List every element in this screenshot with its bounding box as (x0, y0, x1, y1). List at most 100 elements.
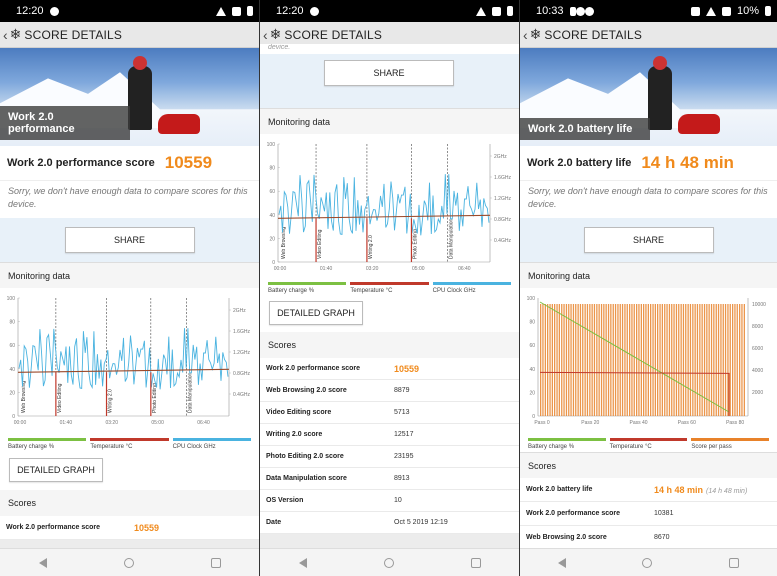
nav-back-icon[interactable] (558, 557, 567, 568)
score-per-pass-bar (734, 304, 736, 416)
score-per-pass-bar (544, 304, 546, 416)
nav-home-icon[interactable] (383, 557, 394, 568)
score-per-pass-bar (657, 304, 659, 416)
score-per-pass-bar (605, 304, 607, 416)
x-tick-label: Pass 80 (726, 420, 744, 426)
y2-tick-label: 10000 (752, 302, 766, 308)
score-per-pass-bar (631, 304, 633, 416)
detailed-graph-button[interactable]: DETAILED GRAPH (9, 458, 103, 482)
signal-icon (492, 6, 501, 16)
detailed-area: DETAILED GRAPH (260, 294, 519, 332)
score-per-pass-bar (659, 304, 661, 416)
3dmark-snowflake-icon: ❄ (269, 26, 282, 42)
table-row: Web Browsing 2.0 score 8879 (260, 380, 519, 402)
score-label: Work 2.0 performance score (7, 157, 155, 169)
score-per-pass-bar (654, 304, 656, 416)
score-per-pass-bar (680, 304, 682, 416)
score-per-pass-bar (724, 304, 727, 416)
hero-banner: Work 2.0 performance (0, 48, 259, 146)
score-per-pass-bar (673, 304, 675, 416)
location-icon (584, 6, 594, 16)
y-tick-label: 100 (7, 296, 16, 302)
nav-home-icon[interactable] (123, 557, 134, 568)
score-per-pass-bar (689, 304, 692, 416)
y2-tick-label: 1.2GHz (233, 350, 250, 356)
chart-legend: Battery charge % Temperature °C CPU Cloc… (0, 438, 259, 450)
score-per-pass-bar (720, 304, 722, 416)
nav-recent-icon[interactable] (470, 557, 481, 568)
chart-legend: Battery charge % Temperature °C Score pe… (520, 438, 777, 452)
segment-label: Web Browsing (21, 381, 27, 413)
battery-icon (507, 6, 513, 16)
detailed-graph-button[interactable]: DETAILED GRAPH (269, 301, 363, 325)
share-button[interactable]: SHARE (64, 227, 195, 253)
score-per-pass-bar (743, 304, 745, 416)
x-tick-label: 03:20 (366, 266, 379, 272)
legend-battery: Battery charge % (8, 438, 87, 450)
score-per-pass-bar (685, 304, 687, 416)
nav-back-icon[interactable] (298, 557, 307, 568)
y-tick-label: 60 (9, 343, 15, 349)
table-row: OS Version 10 (260, 490, 519, 512)
y-tick-label: 40 (269, 213, 275, 219)
score-per-pass-bar (643, 304, 645, 416)
x-tick-label: 05:00 (412, 266, 425, 272)
segment-label: Video Editing (57, 383, 63, 413)
y-tick-label: 80 (529, 320, 535, 326)
x-tick-label: 06:40 (458, 266, 471, 272)
battery-percent: 10% (736, 5, 759, 17)
score-per-pass-bar (741, 304, 743, 416)
page-title: SCORE DETAILS (284, 27, 383, 42)
nav-recent-icon[interactable] (210, 557, 221, 568)
nav-home-icon[interactable] (642, 557, 653, 568)
table-row: Work 2.0 performance score 10559 (260, 358, 519, 380)
share-button[interactable]: SHARE (324, 60, 454, 86)
share-button[interactable]: SHARE (583, 227, 714, 253)
status-bar: 12:20 (0, 0, 259, 22)
score-per-pass-bar (612, 304, 614, 416)
table-row: Writing 2.0 score 12517 (260, 424, 519, 446)
score-per-pass-bar (591, 304, 593, 416)
3dmark-snowflake-icon: ❄ (9, 26, 22, 42)
nav-recent-icon[interactable] (728, 557, 739, 568)
score-per-pass-bar (589, 304, 591, 416)
page-title: SCORE DETAILS (24, 27, 123, 42)
back-arrow-icon[interactable]: ‹ (3, 27, 8, 43)
scores-heading: Scores (520, 452, 777, 478)
back-arrow-icon[interactable]: ‹ (523, 27, 528, 43)
score-per-pass-bar (645, 304, 647, 416)
sled-image (678, 114, 720, 134)
x-tick-label: 05:00 (151, 420, 164, 426)
score-per-pass-bar (619, 304, 621, 416)
wifi-icon (705, 6, 716, 16)
nav-bar (0, 548, 259, 576)
x-tick-label: 00:00 (14, 420, 27, 426)
score-per-pass-bar (701, 304, 703, 416)
score-per-pass-bar (650, 304, 652, 416)
compare-note: Sorry, we don't have enough data to comp… (520, 180, 777, 218)
score-per-pass-bar (617, 304, 619, 416)
back-arrow-icon[interactable]: ‹ (263, 27, 268, 43)
legend-temperature: Temperature °C (350, 282, 429, 294)
score-per-pass-bar (565, 304, 568, 416)
hero-banner: Work 2.0 battery life (520, 48, 777, 146)
x-tick-label: Pass 0 (534, 420, 550, 426)
monitoring-chart-svg: 100806040200100008000600040002000Pass 0P… (527, 296, 766, 426)
score-per-pass-bar (675, 304, 678, 416)
compare-note: Sorry, we don't have enough data to comp… (0, 180, 259, 218)
x-tick-label: Pass 20 (581, 420, 599, 426)
monitoring-heading: Monitoring data (520, 262, 777, 288)
share-area: device. SHARE (260, 44, 519, 108)
x-tick-label: 01:40 (60, 420, 73, 426)
score-per-pass-bar (699, 304, 701, 416)
score-per-pass-bar (600, 304, 603, 416)
score-per-pass-bar (614, 304, 617, 416)
score-per-pass-bar (561, 304, 563, 416)
score-per-pass-bar (579, 304, 582, 416)
score-per-pass-bar (696, 304, 699, 416)
hero-label: Work 2.0 performance (0, 106, 130, 140)
segment-label: Writing 2.0 (108, 389, 114, 413)
table-row: Work 2.0 performance score 10559 (0, 516, 259, 540)
nav-back-icon[interactable] (38, 557, 47, 568)
score-per-pass-bar (636, 304, 638, 416)
